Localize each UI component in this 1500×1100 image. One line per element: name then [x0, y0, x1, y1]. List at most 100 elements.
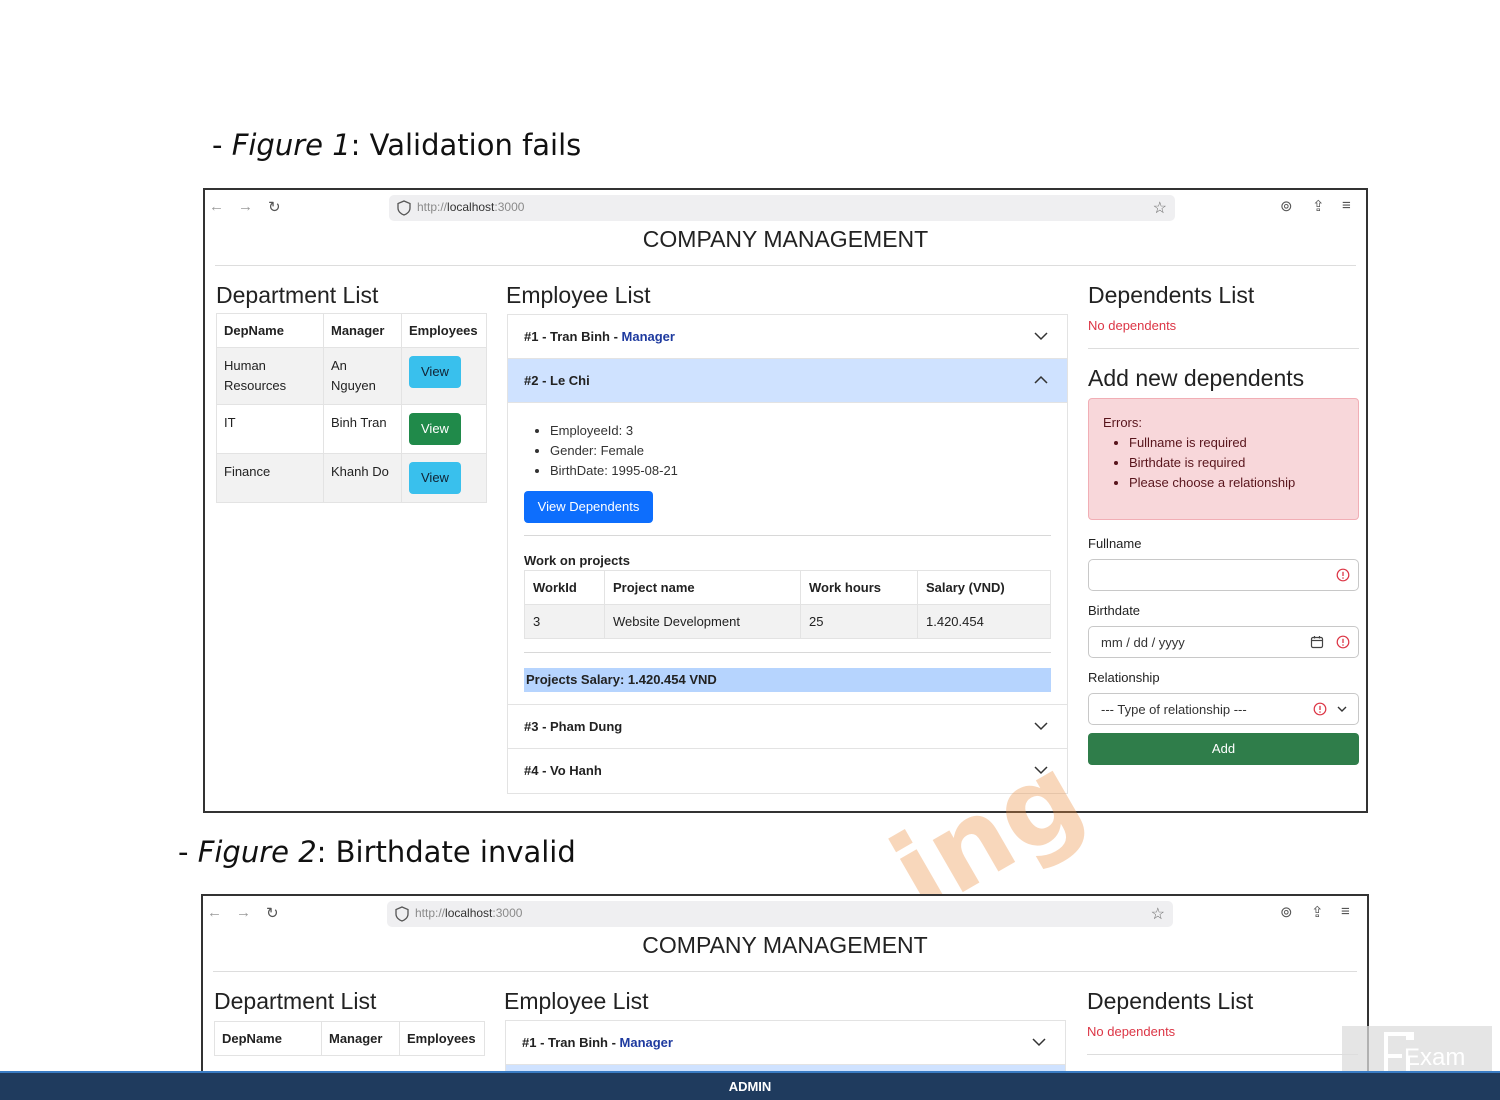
detail-employee-id: EmployeeId: 3: [550, 421, 678, 441]
address-bar[interactable]: http://localhost:3000 ☆: [387, 901, 1173, 927]
shield-icon: [395, 906, 409, 922]
dep-name: IT: [216, 404, 324, 454]
error-icon: [1336, 635, 1350, 649]
accordion-item-2[interactable]: #2 - Le Chi: [508, 359, 1067, 403]
cell-workid: 3: [524, 604, 605, 639]
col-employees: Employees: [401, 313, 487, 348]
relationship-select[interactable]: --- Type of relationship ---: [1088, 693, 1359, 725]
caption-prefix: -: [178, 835, 198, 869]
figure-2-screenshot: ← → ↻ http://localhost:3000 ☆ ⊚ ⇪ ≡ COMP…: [201, 894, 1369, 1084]
chevron-up-icon: [1034, 375, 1048, 384]
projects-table: WorkId Project name Work hours Salary (V…: [524, 570, 1051, 639]
view-button-hr[interactable]: View: [409, 356, 461, 388]
add-button[interactable]: Add: [1088, 733, 1359, 765]
accordion-item-1[interactable]: #1 - Tran Binh - Manager: [506, 1021, 1065, 1065]
accordion-item-3[interactable]: #3 - Pham Dung: [508, 705, 1067, 749]
back-icon[interactable]: ←: [209, 198, 224, 215]
dependents-heading: Dependents List: [1088, 282, 1255, 308]
app-title: COMPANY MANAGEMENT: [642, 932, 928, 958]
error-icon: [1313, 702, 1327, 716]
add-dependents-heading: Add new dependents: [1088, 365, 1305, 391]
dep-name: Finance: [216, 453, 324, 503]
errors-title: Errors:: [1103, 415, 1142, 430]
relationship-selected: --- Type of relationship ---: [1101, 702, 1247, 717]
footer-bar: ADMIN: [0, 1071, 1500, 1100]
browser-toolbar: ← → ↻ http://localhost:3000 ☆ ⊚ ⇪ ≡: [205, 190, 1366, 224]
app-title: COMPANY MANAGEMENT: [642, 226, 929, 252]
col-manager: Manager: [323, 313, 402, 348]
dep-manager: Khanh Do: [323, 453, 402, 503]
caption-text: : Validation fails: [350, 128, 582, 162]
view-button-finance[interactable]: View: [409, 462, 461, 494]
extensions-icon[interactable]: ⇪: [1311, 903, 1324, 921]
col-employees: Employees: [399, 1021, 485, 1056]
forward-icon[interactable]: →: [236, 904, 251, 921]
fullname-input[interactable]: [1088, 559, 1359, 591]
error-item: Please choose a relationship: [1129, 473, 1344, 493]
address-bar[interactable]: http://localhost:3000 ☆: [389, 195, 1175, 221]
account-icon[interactable]: ⊚: [1280, 903, 1293, 921]
chevron-down-icon: [1034, 332, 1048, 341]
col-depname: DepName: [216, 313, 324, 348]
shield-icon: [397, 200, 411, 216]
reload-icon[interactable]: ↻: [266, 904, 279, 922]
figure-1-caption: - Figure 1: Validation fails: [212, 128, 581, 162]
relationship-label: Relationship: [1088, 670, 1160, 685]
cell-work-hours: 25: [800, 604, 918, 639]
employee-heading: Employee List: [504, 988, 649, 1014]
no-dependents-text: No dependents: [1087, 1024, 1176, 1039]
col-work-hours: Work hours: [800, 570, 918, 605]
extensions-icon[interactable]: ⇪: [1312, 197, 1325, 215]
accordion-body-2: EmployeeId: 3 Gender: Female BirthDate: …: [508, 403, 1067, 705]
manager-badge: Manager: [621, 329, 675, 344]
table-row: Human Resources An Nguyen View: [216, 347, 487, 405]
cell-project-name: Website Development: [604, 604, 801, 639]
chevron-down-icon: [1337, 706, 1347, 712]
forward-icon[interactable]: →: [238, 198, 253, 215]
figure-2-caption: - Figure 2: Birthdate invalid: [178, 835, 576, 869]
projects-salary-bar: Projects Salary: 1.420.454 VND: [524, 668, 1051, 692]
title-divider: [213, 971, 1357, 972]
table-row: Finance Khanh Do View: [216, 453, 487, 503]
menu-icon[interactable]: ≡: [1342, 197, 1351, 214]
birthdate-label: Birthdate: [1088, 603, 1141, 618]
error-item: Birthdate is required: [1129, 453, 1344, 473]
col-project-name: Project name: [604, 570, 801, 605]
bookmark-star-icon[interactable]: ☆: [1153, 198, 1167, 218]
table-row: 3 Website Development 25 1.420.454: [524, 604, 1051, 639]
url-text: http://localhost:3000: [417, 200, 525, 214]
view-button-it[interactable]: View: [409, 413, 461, 445]
caption-figure-label: Figure 2: [197, 835, 317, 869]
bookmark-star-icon[interactable]: ☆: [1151, 904, 1165, 924]
back-icon[interactable]: ←: [207, 904, 222, 921]
title-divider: [215, 265, 1356, 266]
browser-toolbar: ← → ↻ http://localhost:3000 ☆ ⊚ ⇪ ≡: [203, 896, 1367, 930]
chevron-down-icon: [1032, 1038, 1046, 1047]
url-text: http://localhost:3000: [415, 906, 523, 920]
fullname-label: Fullname: [1088, 536, 1142, 551]
detail-birthdate: BirthDate: 1995-08-21: [550, 461, 678, 481]
detail-gender: Gender: Female: [550, 441, 678, 461]
divider: [524, 535, 1051, 536]
reload-icon[interactable]: ↻: [268, 198, 281, 216]
col-salary: Salary (VND): [917, 570, 1051, 605]
col-depname: DepName: [214, 1021, 322, 1056]
figure-1-screenshot: ← → ↻ http://localhost:3000 ☆ ⊚ ⇪ ≡ COMP…: [203, 188, 1368, 813]
error-item: Fullname is required: [1129, 433, 1344, 453]
department-table: DepName Manager Employees Human Resource…: [216, 313, 487, 503]
work-projects-heading: Work on projects: [524, 553, 630, 568]
dep-name: Human Resources: [216, 347, 324, 405]
cell-salary: 1.420.454: [917, 604, 1051, 639]
view-dependents-button[interactable]: View Dependents: [524, 491, 653, 523]
employee-accordion: #1 - Tran Binh - Manager #2 - Le Chi Emp…: [507, 314, 1068, 794]
account-icon[interactable]: ⊚: [1280, 197, 1293, 215]
error-alert: Errors: Fullname is required Birthdate i…: [1088, 398, 1359, 520]
birthdate-input[interactable]: mm / dd / yyyy: [1088, 626, 1359, 658]
divider: [1087, 1054, 1358, 1055]
menu-icon[interactable]: ≡: [1341, 903, 1350, 920]
error-icon: [1336, 568, 1350, 582]
calendar-icon[interactable]: [1310, 635, 1324, 649]
accordion-item-1[interactable]: #1 - Tran Binh - Manager: [508, 315, 1067, 359]
caption-figure-label: Figure 1: [231, 128, 351, 162]
manager-badge: Manager: [619, 1035, 673, 1050]
